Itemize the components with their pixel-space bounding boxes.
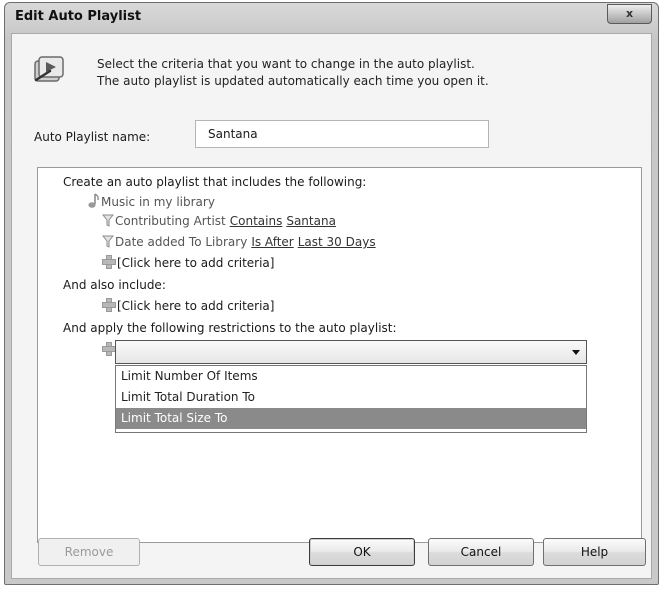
dropdown-option-limit-duration[interactable]: Limit Total Duration To [116,387,586,408]
playlist-name-input[interactable]: Santana [195,120,489,148]
help-button[interactable]: Help [543,538,646,566]
rule-value-link[interactable]: Santana [286,214,336,228]
also-include-label: And also include: [63,278,166,292]
source-label: Music in my library [101,195,215,209]
instruction-line-1: Select the criteria that you want to cha… [97,57,475,71]
edit-auto-playlist-dialog: Edit Auto Playlist x Select the criteria… [4,2,659,585]
rule-field: Contributing Artist [115,214,226,228]
dropdown-option-limit-items[interactable]: Limit Number Of Items [116,366,586,387]
criteria-rule-row: Date added To Library Is After Last 30 Day… [102,234,376,251]
restriction-dropdown[interactable] [115,340,587,364]
add-icon [102,255,116,269]
dropdown-option-limit-size[interactable]: Limit Total Size To [116,408,586,429]
add-criteria-link-2[interactable]: [Click here to add criteria] [102,298,274,315]
close-button[interactable]: x [607,4,652,24]
playlist-edit-icon [34,56,64,82]
rule-value-link[interactable]: Last 30 Days [298,235,376,249]
instructions: Select the criteria that you want to cha… [97,56,489,90]
music-note-icon [88,193,99,208]
filter-icon [102,214,114,227]
add-restriction-icon[interactable] [102,342,116,356]
rule-field: Date added To Library [115,235,248,249]
rule-operator-link[interactable]: Contains [230,214,283,228]
rule-operator-link[interactable]: Is After [251,235,293,249]
title-bar[interactable]: Edit Auto Playlist x [5,3,658,33]
add-criteria-label: [Click here to add criteria] [117,256,275,270]
add-criteria-label-2: [Click here to add criteria] [117,299,275,313]
playlist-name-label: Auto Playlist name: [34,130,151,144]
filter-icon [102,235,114,248]
add-criteria-link[interactable]: [Click here to add criteria] [102,255,274,272]
cancel-button[interactable]: Cancel [428,538,534,566]
criteria-panel: Create an auto playlist that includes th… [37,167,642,543]
dialog-title: Edit Auto Playlist [15,9,142,24]
restrictions-label: And apply the following restrictions to … [63,321,397,335]
source-row[interactable]: Music in my library [86,193,215,210]
ok-button[interactable]: OK [309,538,415,566]
instruction-line-2: The auto playlist is updated automatical… [97,74,489,88]
dialog-client-area: Select the criteria that you want to cha… [11,33,652,579]
chevron-down-icon[interactable] [572,350,580,355]
restriction-dropdown-list: Limit Number Of Items Limit Total Durati… [115,365,587,433]
criteria-rule-row: Contributing Artist Contains Santana [102,213,336,230]
criteria-intro: Create an auto playlist that includes th… [63,175,367,189]
add-icon [102,298,116,312]
remove-button[interactable]: Remove [38,538,140,566]
